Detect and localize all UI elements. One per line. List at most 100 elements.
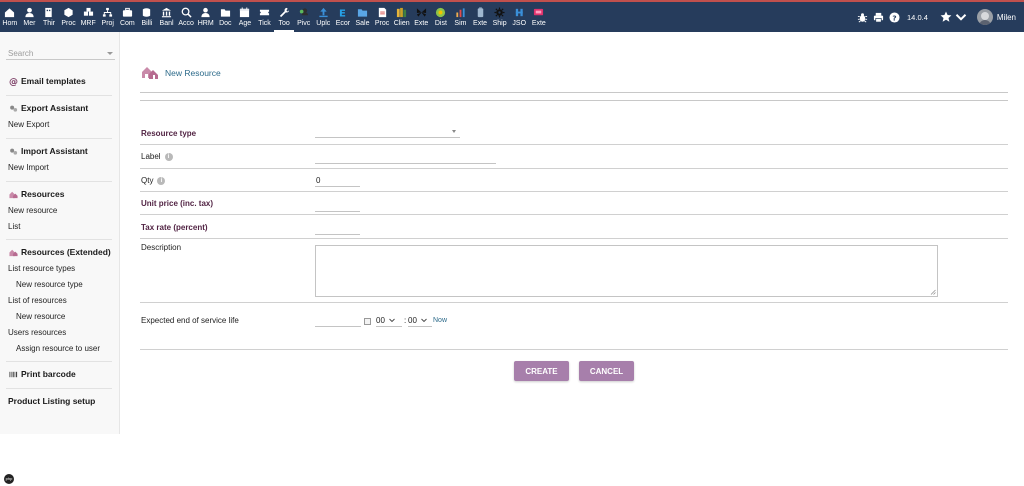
- description-textarea[interactable]: [315, 245, 938, 297]
- nav-item-8[interactable]: Banl: [157, 2, 177, 32]
- minute-select[interactable]: 00: [408, 315, 432, 327]
- sidebar-item[interactable]: New resource type: [16, 280, 83, 289]
- time-separator: :: [404, 316, 407, 325]
- sidebar-section-title[interactable]: Export Assistant: [8, 103, 88, 113]
- nav-item-16[interactable]: Uplc: [314, 2, 334, 32]
- user-menu[interactable]: Milen: [976, 9, 1016, 25]
- hour-select[interactable]: 00: [376, 315, 402, 327]
- nav-item-label: Doc: [219, 20, 232, 27]
- sidebar-separator: [6, 388, 112, 389]
- nav-item-15[interactable]: Pivc: [294, 2, 314, 32]
- sidebar-item[interactable]: New Export: [8, 120, 49, 129]
- nav-item-21[interactable]: Exte: [411, 2, 431, 32]
- nav-item-label: Dist: [434, 20, 447, 27]
- sidebar-section-title[interactable]: Resources (Extended): [8, 247, 111, 257]
- bug-icon[interactable]: [856, 11, 869, 24]
- nav-item-10[interactable]: HRM: [196, 2, 216, 32]
- nav-item-26[interactable]: JSO: [509, 2, 529, 32]
- nav-item-23[interactable]: Sim: [451, 2, 471, 32]
- resource-icon: [141, 64, 159, 82]
- nav-item-label: Exte: [531, 20, 546, 27]
- nav-item-3[interactable]: Proc: [59, 2, 79, 32]
- nav-item-20[interactable]: Clien: [392, 2, 412, 32]
- nav-item-18[interactable]: Sale: [353, 2, 373, 32]
- sidebar-item[interactable]: Users resources: [8, 328, 66, 337]
- sidebar-item[interactable]: List: [8, 222, 20, 231]
- sidebar-search-select[interactable]: Search: [6, 46, 115, 60]
- nav-item-label: Age: [238, 20, 252, 27]
- nav-item-5[interactable]: Proj: [98, 2, 118, 32]
- cubes-icon: [82, 6, 94, 18]
- resize-grip-icon[interactable]: [930, 289, 936, 295]
- minute-value: 00: [408, 316, 417, 325]
- chevron-down-icon: [421, 318, 427, 323]
- sidebar-section-title[interactable]: Import Assistant: [8, 146, 88, 156]
- nav-item-1[interactable]: Mer: [20, 2, 40, 32]
- sidebar-section-title[interactable]: @ Email templates: [8, 76, 86, 86]
- label-field-label: Label i: [141, 152, 173, 161]
- nav-item-14[interactable]: Too: [274, 2, 294, 32]
- nav-item-label: Ecor: [335, 20, 351, 27]
- nav-item-13[interactable]: Tick: [255, 2, 275, 32]
- sidebar-section-title[interactable]: Print barcode: [8, 369, 76, 379]
- svg-text:@: @: [9, 77, 18, 85]
- pink-flag-icon: [533, 6, 545, 18]
- nav-item-4[interactable]: MRF: [78, 2, 98, 32]
- nav-item-17[interactable]: E Ecor: [333, 2, 353, 32]
- nav-item-11[interactable]: Doc: [216, 2, 236, 32]
- svg-text:?: ?: [892, 13, 896, 22]
- nav-item-0[interactable]: Hom: [0, 2, 20, 32]
- sidebar-section-title[interactable]: Product Listing setup: [8, 396, 95, 406]
- nav-item-22[interactable]: Dist: [431, 2, 451, 32]
- sidebar-item[interactable]: List of resources: [8, 296, 67, 305]
- bookmarks-menu[interactable]: [940, 11, 967, 23]
- qty-input-box[interactable]: [315, 175, 360, 186]
- nav-item-label: Pivc: [297, 20, 311, 27]
- php-debug-icon[interactable]: php: [4, 474, 14, 484]
- date-input[interactable]: [315, 315, 361, 327]
- form-row-unit-price: Unit price (inc. tax): [140, 192, 1008, 215]
- nav-item-label: Ship: [492, 20, 507, 27]
- sidebar-item[interactable]: List resource types: [8, 264, 75, 273]
- nav-item-6[interactable]: Com: [118, 2, 138, 32]
- help-icon[interactable]: ?: [888, 11, 901, 24]
- nav-item-19[interactable]: Proc: [372, 2, 392, 32]
- sidebar-section-label: Product Listing setup: [8, 396, 96, 406]
- sidebar-item[interactable]: New resource: [8, 206, 57, 215]
- nav-item-label: Com: [119, 20, 135, 27]
- qty-input[interactable]: [315, 175, 360, 187]
- suitcase-icon: [121, 6, 133, 18]
- sidebar-item[interactable]: New Import: [8, 163, 49, 172]
- calendar-icon[interactable]: [364, 318, 371, 325]
- nav-item-24[interactable]: Exte: [470, 2, 490, 32]
- header-divider: [140, 92, 1008, 93]
- info-icon[interactable]: i: [157, 176, 166, 185]
- nav-item-7[interactable]: Billi: [137, 2, 157, 32]
- label-input[interactable]: [315, 152, 496, 164]
- sidebar-item[interactable]: New resource: [16, 312, 65, 321]
- sidebar-item[interactable]: Assign resource to user: [16, 344, 100, 353]
- nav-item-12[interactable]: Age: [235, 2, 255, 32]
- nav-item-25[interactable]: Ship: [490, 2, 510, 32]
- now-link[interactable]: Now: [433, 317, 447, 324]
- label-input-box[interactable]: [315, 152, 496, 163]
- nav-item-2[interactable]: Thir: [39, 2, 59, 32]
- sidebar-section-title[interactable]: Resources: [8, 189, 64, 199]
- create-button[interactable]: CREATE: [514, 361, 569, 381]
- tax-rate-input-box[interactable]: [315, 223, 360, 234]
- nav-item-label: Too: [278, 20, 290, 27]
- cancel-button[interactable]: CANCEL: [579, 361, 634, 381]
- nav-item-27[interactable]: Exte: [529, 2, 549, 32]
- sidebar-section-label: Resources: [21, 189, 65, 199]
- info-icon[interactable]: i: [164, 152, 173, 161]
- resource-icon: [8, 189, 18, 199]
- resource-type-select[interactable]: [315, 126, 460, 138]
- nav-item-9[interactable]: Acco: [176, 2, 196, 32]
- printer-icon[interactable]: [872, 11, 885, 24]
- top-right-tools: ? 14.0.4 Milen: [853, 2, 1024, 32]
- tax-rate-input[interactable]: [315, 223, 360, 235]
- nav-item-label: HRM: [197, 20, 214, 27]
- unit-price-input[interactable]: [315, 200, 360, 212]
- end-of-service-label: Expected end of service life: [141, 316, 239, 325]
- unit-price-input-box[interactable]: [315, 200, 360, 211]
